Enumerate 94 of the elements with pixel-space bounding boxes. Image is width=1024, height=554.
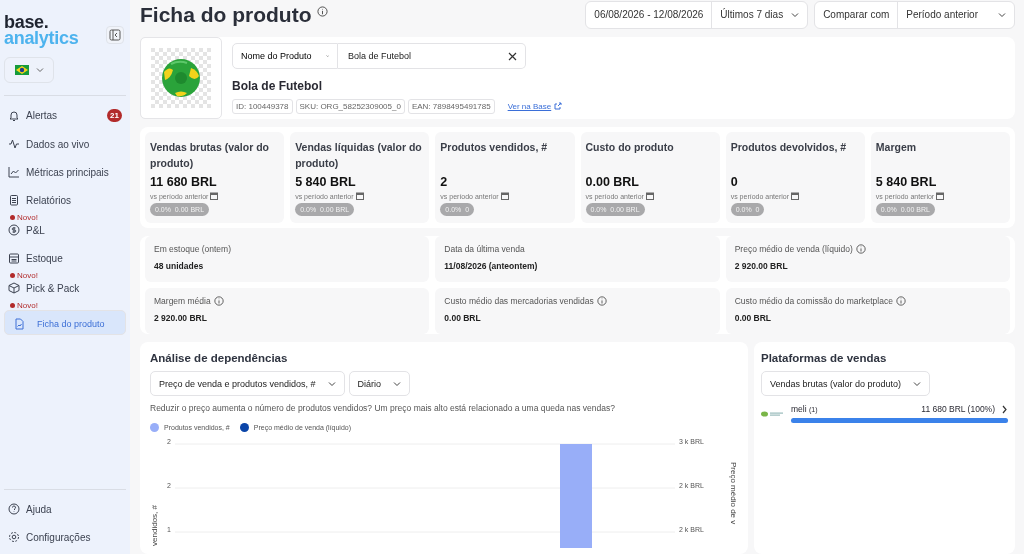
kpi-value: 0.00 BRL (585, 175, 639, 189)
sidebar-item[interactable]: Pick & Pack (4, 280, 126, 299)
sidebar-item[interactable]: Ficha do produto (4, 310, 126, 335)
product-name: Bola de Futebol (232, 79, 323, 93)
search-field[interactable]: Bola de Futebol (338, 43, 526, 69)
chevron-right-icon[interactable] (1001, 404, 1008, 414)
search-by-dropdown[interactable]: Nome do Produto (232, 43, 338, 69)
help-icon (8, 503, 20, 515)
view-link[interactable]: Ver na Base (507, 102, 563, 111)
date-range-picker[interactable]: 06/08/2026 - 12/08/2026 (586, 1, 712, 28)
chevron-down-icon (327, 379, 336, 388)
kpi-title: Margem (875, 140, 917, 155)
info-icon (855, 244, 866, 254)
clear-icon[interactable] (508, 51, 517, 61)
kpi-value: 2 (440, 175, 448, 189)
kpi-title: Custo do produto (585, 140, 674, 155)
sidebar-item[interactable]: P&L (4, 222, 126, 241)
metric-label: Custo médio das mercadorias vendidas (444, 296, 594, 306)
kpi-title: Produtos vendidos, # (440, 140, 548, 155)
metric-value: 0.00 BRL (444, 313, 482, 323)
chevron-down-icon (998, 10, 1006, 19)
sidebar-item[interactable]: Estoque (4, 247, 126, 269)
compare-period-dropdown[interactable]: Período anterior (897, 1, 1014, 28)
kpi-value: 5 840 BRL (295, 175, 356, 189)
chevron-down-icon (913, 379, 922, 388)
pulse-icon (8, 138, 20, 150)
box-icon (8, 282, 20, 294)
calendar-icon (936, 192, 945, 200)
info-icon (596, 296, 607, 306)
calendar-icon (210, 192, 219, 200)
axis-title: vendidos, # (150, 505, 159, 546)
platform-value: 11 680 BRL (100%) (921, 404, 995, 414)
sidebar-item[interactable]: Dados ao vivo (4, 133, 126, 155)
info-icon (895, 296, 906, 306)
new-tag: Novo! (10, 213, 126, 222)
metric-value: 2 920.00 BRL (154, 313, 208, 323)
period-preset-dropdown[interactable]: Últimos 7 dias (711, 1, 808, 28)
metric-dropdown[interactable]: Preço de venda e produtos vendidos, # (150, 371, 345, 396)
sidebar-item[interactable]: Alertas 21 (4, 104, 126, 127)
chevron-down-icon (35, 66, 44, 74)
collapse-sidebar-button[interactable] (106, 26, 124, 44)
kpi-value: 0 (730, 175, 738, 189)
metric-label: Custo médio da comissão do marketplace (734, 296, 893, 306)
kpi-title: Vendas líquidas (valor do produto) (295, 140, 423, 171)
metric-label: Preço médio de venda (líquido) (734, 244, 853, 254)
sidebar-item[interactable]: Relatórios (4, 189, 126, 211)
chevron-down-icon (393, 379, 402, 388)
calendar-icon (500, 192, 509, 200)
metric-dropdown[interactable]: Vendas brutas (valor do produto) (761, 371, 931, 396)
new-tag: Novo! (10, 301, 126, 310)
product-tag: ID: 100449378 (232, 99, 293, 114)
sidebar-item[interactable]: Métricas principais (4, 161, 126, 183)
kpi-value: 5 840 BRL (875, 175, 937, 189)
kpi-value: 11 680 BRL (150, 175, 217, 189)
metric-value: 48 unidades (154, 261, 205, 271)
settings-icon (8, 531, 20, 543)
chevron-down-icon (791, 10, 800, 19)
archive-icon (8, 252, 20, 264)
alert-count-badge: 21 (107, 109, 122, 122)
calendar-icon (791, 192, 800, 200)
interval-dropdown[interactable]: Diário (348, 371, 411, 396)
metric-value: 2 920.00 BRL (734, 261, 789, 271)
kpi-title: Vendas brutas (valor do produto) (150, 140, 271, 171)
axis-title: Preço médio de v (729, 462, 738, 525)
new-tag: Novo! (10, 271, 126, 280)
info-icon (213, 296, 224, 306)
metric-label: Data da última venda (444, 244, 525, 254)
logo: base. analytics (4, 14, 79, 46)
metric-value: 0.00 BRL (734, 313, 773, 323)
calendar-icon (645, 192, 654, 200)
section-title: Análise de dependências (150, 352, 289, 364)
document-icon (13, 317, 25, 330)
section-title: Plataformas de vendas (761, 352, 887, 364)
marketplace-logo-icon (761, 410, 783, 417)
description: Reduzir o preço aumenta o número de produtos vendidos? Um preço mais alto está relacionado a uma queda nas vendas? (150, 403, 616, 413)
sidebar-item[interactable]: Ajuda (4, 498, 56, 520)
dollar-icon (8, 224, 20, 236)
flag-icon (14, 65, 29, 75)
compare-label: Comparar com (822, 8, 891, 22)
language-select[interactable] (4, 57, 54, 83)
bell-icon (8, 109, 20, 122)
product-tag: SKU: ORG_58252309005_0 (295, 99, 405, 114)
page-title: Ficha do produto (140, 2, 312, 27)
external-link-icon (554, 102, 563, 110)
metric-label: Em estoque (ontem) (154, 244, 231, 254)
kpi-title: Produtos devolvidos, # (730, 140, 847, 155)
line-chart-icon (8, 166, 20, 178)
sidebar-item[interactable]: Configurações (4, 526, 95, 548)
metric-value: 11/08/2026 (anteontem) (444, 261, 539, 271)
product-tag: EAN: 7898495491785 (407, 99, 495, 114)
clipboard-icon (8, 194, 20, 206)
metric-label: Margem média (154, 296, 211, 306)
calendar-icon (355, 192, 364, 200)
info-icon (317, 6, 329, 17)
